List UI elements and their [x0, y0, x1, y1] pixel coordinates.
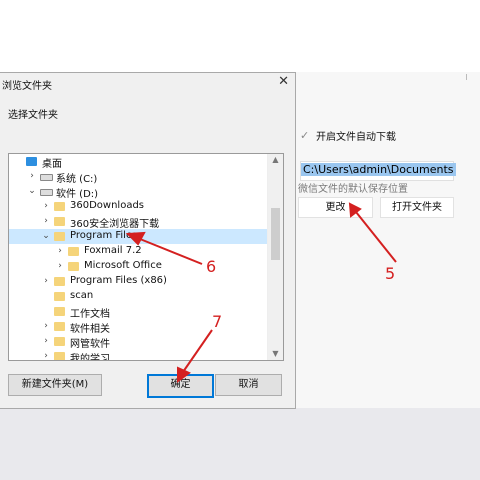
annotation-6: 6	[206, 257, 217, 276]
arrow-6-head	[125, 231, 146, 246]
annotation-arrows	[125, 202, 397, 383]
annotation-5: 5	[385, 264, 396, 283]
arrow-6-line	[139, 238, 203, 265]
arrow-7-line	[182, 329, 213, 373]
annotation-7: 7	[212, 312, 223, 331]
arrow-7-head	[177, 366, 191, 383]
arrow-5-line	[355, 211, 397, 263]
